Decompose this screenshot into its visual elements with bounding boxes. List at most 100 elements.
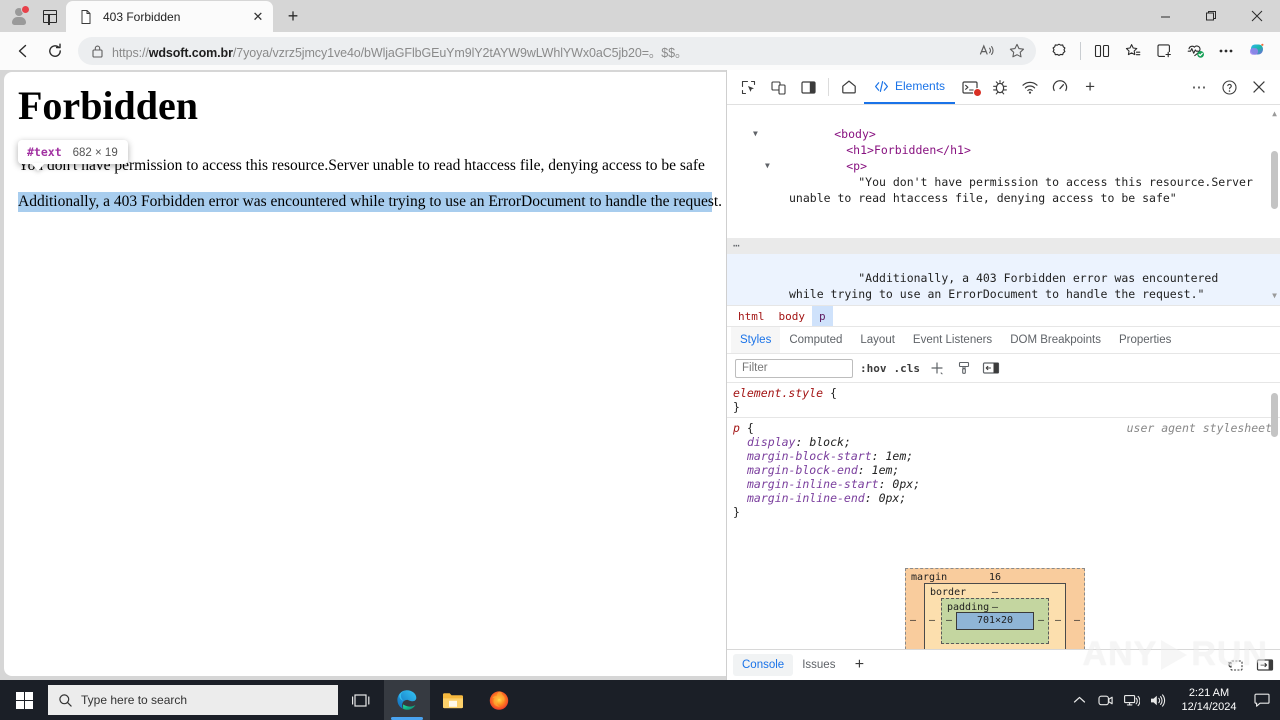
tab-layout[interactable]: Layout xyxy=(851,327,904,353)
declaration-value[interactable]: 0px xyxy=(879,491,900,505)
add-style-rule-button[interactable] xyxy=(927,358,947,378)
network-icon[interactable] xyxy=(1118,680,1144,720)
box-model-padding[interactable]: padding – – – 701×20 xyxy=(941,598,1049,644)
drawer-add-tab-button[interactable]: + xyxy=(844,651,874,679)
class-toggle[interactable]: .cls xyxy=(894,362,921,375)
declaration-property[interactable]: margin-block-start xyxy=(747,449,872,463)
style-rule-element-style[interactable]: element.style { } xyxy=(727,383,1280,417)
box-model-margin-left-value[interactable]: – xyxy=(910,614,916,628)
style-declaration[interactable]: display: block; xyxy=(727,435,1280,449)
read-aloud-icon[interactable] xyxy=(972,36,1002,66)
browser-essentials-health-icon[interactable] xyxy=(1180,36,1210,66)
box-model-margin[interactable]: margin 16 – – border – – – padding – – –… xyxy=(905,568,1085,649)
inspect-element-icon[interactable] xyxy=(733,73,763,101)
tab-actions-icon[interactable] xyxy=(38,4,62,28)
tab-sources-bug-icon[interactable] xyxy=(985,73,1015,101)
dom-text-node[interactable]: "You don't have permission to access thi… xyxy=(727,158,1280,222)
dom-line[interactable]: ▼ <p> xyxy=(727,142,1280,173)
browser-tab[interactable]: 403 Forbidden ✕ xyxy=(66,1,273,32)
new-tab-button[interactable]: + xyxy=(279,2,307,30)
page-paragraph-2[interactable]: Additionally, a 403 Forbidden error was … xyxy=(18,192,722,212)
favorite-star-icon[interactable] xyxy=(1002,36,1032,66)
tab-console-icon[interactable] xyxy=(955,73,985,101)
camera-icon[interactable] xyxy=(1092,680,1118,720)
chevron-up-icon[interactable] xyxy=(1066,680,1092,720)
drawer-tab-console[interactable]: Console xyxy=(733,654,794,676)
box-model-diagram[interactable]: margin 16 – – border – – – padding – – –… xyxy=(905,568,1085,649)
brush-icon[interactable] xyxy=(954,358,974,378)
browser-essentials-icon[interactable] xyxy=(1044,36,1074,66)
tab-properties[interactable]: Properties xyxy=(1110,327,1180,353)
styles-filter-input[interactable]: Filter xyxy=(735,358,853,378)
dom-line[interactable]: </p> xyxy=(727,222,1280,253)
tab-styles[interactable]: Styles xyxy=(731,327,781,353)
style-declaration[interactable]: margin-block-start: 1em; xyxy=(727,449,1280,463)
breadcrumb-item-p[interactable]: p xyxy=(812,306,833,326)
scroll-up-icon[interactable]: ▲ xyxy=(1270,109,1279,119)
dom-line[interactable]: <h1>Forbidden</h1> xyxy=(727,126,1280,157)
tab-elements[interactable]: Elements xyxy=(864,71,956,104)
declaration-value[interactable]: 0px xyxy=(892,477,913,491)
address-bar-url[interactable]: https://wdsoft.com.br/7yoya/vzrz5jmcy1ve… xyxy=(112,42,972,61)
copilot-icon[interactable] xyxy=(1242,36,1272,66)
add-panel-button[interactable]: + xyxy=(1075,73,1105,101)
scrollbar-thumb[interactable] xyxy=(1271,151,1278,209)
maximize-button[interactable] xyxy=(1188,0,1234,32)
breadcrumb-item-html[interactable]: html xyxy=(731,306,772,326)
box-model-padding-left-value[interactable]: – xyxy=(946,614,952,628)
device-toolbar-icon[interactable] xyxy=(763,73,793,101)
back-icon[interactable] xyxy=(8,36,38,66)
box-model-padding-top-value[interactable]: – xyxy=(942,601,1048,615)
collections-icon[interactable] xyxy=(1149,36,1179,66)
box-model-padding-right-value[interactable]: – xyxy=(1038,614,1044,628)
box-model-border-right-value[interactable]: – xyxy=(1055,614,1061,628)
box-model-border[interactable]: border – – – padding – – – 701×20 xyxy=(924,583,1066,649)
dom-line[interactable]: ▼ <body> xyxy=(727,110,1280,141)
sidebar-toggle-icon[interactable] xyxy=(981,358,1001,378)
dom-text-node-selected[interactable]: "Additionally, a 403 Forbidden error was… xyxy=(727,254,1280,305)
declaration-value[interactable]: block xyxy=(809,435,844,449)
box-model-margin-right-value[interactable]: – xyxy=(1074,614,1080,628)
help-icon[interactable] xyxy=(1214,73,1244,101)
tab-computed[interactable]: Computed xyxy=(780,327,851,353)
firefox-icon[interactable] xyxy=(476,680,522,720)
dock-side-icon[interactable] xyxy=(793,73,823,101)
lock-icon[interactable] xyxy=(86,40,108,62)
dom-node-menu-icon[interactable]: ⋯ xyxy=(733,238,741,254)
declaration-property[interactable]: display xyxy=(747,435,795,449)
home-icon[interactable] xyxy=(834,73,864,101)
box-model-border-left-value[interactable]: – xyxy=(929,614,935,628)
address-bar[interactable]: https://wdsoft.com.br/7yoya/vzrz5jmcy1ve… xyxy=(78,37,1036,65)
profile-avatar[interactable] xyxy=(6,3,32,29)
scroll-down-icon[interactable]: ▼ xyxy=(1270,291,1279,301)
drawer-tab-issues[interactable]: Issues xyxy=(793,654,844,676)
styles-rules-pane[interactable]: element.style { } p { user agent stylesh… xyxy=(727,383,1280,649)
tab-event-listeners[interactable]: Event Listeners xyxy=(904,327,1001,353)
favorites-list-icon[interactable] xyxy=(1118,36,1148,66)
settings-more-icon[interactable] xyxy=(1211,36,1241,66)
taskbar-clock[interactable]: 2:21 AM 12/14/2024 xyxy=(1170,686,1248,714)
dom-tree[interactable]: ▼ <body> <h1>Forbidden</h1> ▼ <p> "You don… xyxy=(727,105,1280,305)
devtools-more-icon[interactable]: ⋯ xyxy=(1184,73,1214,101)
tab-performance-icon[interactable] xyxy=(1045,73,1075,101)
split-screen-icon[interactable] xyxy=(1087,36,1117,66)
microsoft-edge-icon[interactable] xyxy=(384,680,430,720)
declaration-value[interactable]: 1em xyxy=(885,449,906,463)
devtools-close-icon[interactable] xyxy=(1244,73,1274,101)
drawer-close-icon[interactable] xyxy=(1250,651,1280,679)
console-settings-icon[interactable] xyxy=(1220,651,1250,679)
close-window-button[interactable] xyxy=(1234,0,1280,32)
minimize-button[interactable] xyxy=(1142,0,1188,32)
close-icon[interactable]: ✕ xyxy=(247,6,269,28)
task-view-icon[interactable] xyxy=(338,680,384,720)
volume-icon[interactable] xyxy=(1144,680,1170,720)
file-explorer-icon[interactable] xyxy=(430,680,476,720)
hover-state-toggle[interactable]: :hov xyxy=(860,362,887,375)
dom-line-selected[interactable]: ⋯ ▼<p> == $0 xyxy=(727,238,1280,285)
tab-network-icon[interactable] xyxy=(1015,73,1045,101)
styles-pane-scrollbar[interactable] xyxy=(1270,383,1279,649)
style-rule-selector[interactable]: element.style xyxy=(733,386,823,400)
taskbar-search-box[interactable]: Type here to search xyxy=(48,685,338,715)
breadcrumb-item-body[interactable]: body xyxy=(772,306,813,326)
declaration-property[interactable]: margin-inline-start xyxy=(747,477,879,491)
